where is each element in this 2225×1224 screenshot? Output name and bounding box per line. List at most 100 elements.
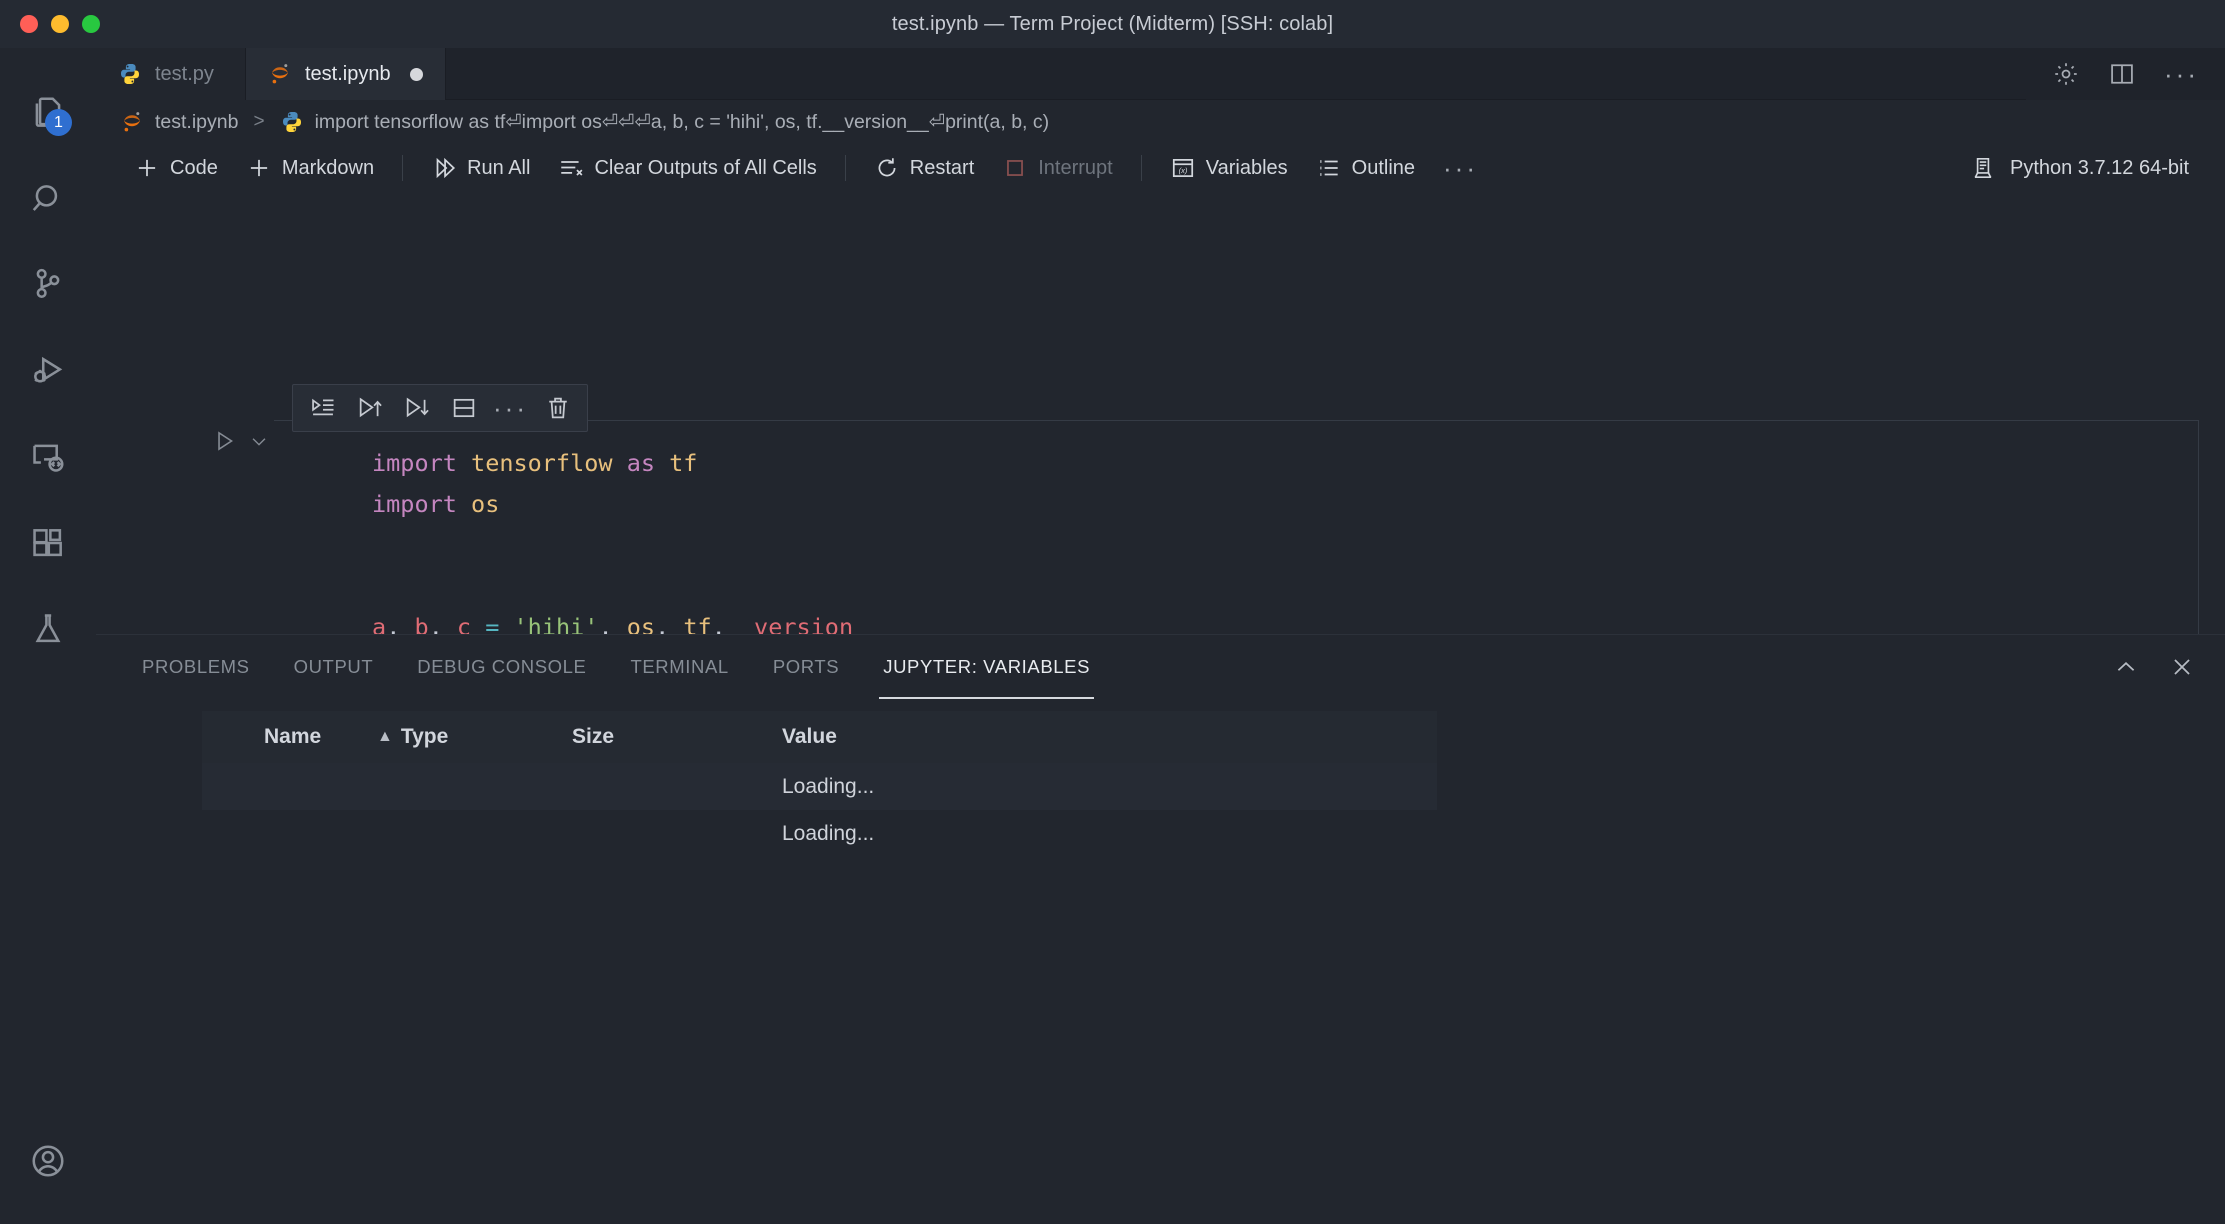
- account-button[interactable]: [0, 1122, 96, 1200]
- plus-icon: [250, 159, 267, 177]
- toolbar-separator: [1140, 155, 1142, 181]
- column-header-value[interactable]: Value: [782, 725, 1437, 749]
- svg-text:(x): (x): [1178, 166, 1187, 175]
- activity-bar-bottom: [0, 1122, 96, 1224]
- ellipsis-icon: ···: [493, 393, 528, 423]
- tab-label: OUTPUT: [293, 656, 374, 677]
- sidebar-item-search[interactable]: [0, 156, 96, 242]
- clear-outputs-button[interactable]: Clear Outputs of All Cells: [544, 151, 830, 185]
- ellipsis-icon: ···: [1443, 153, 1478, 183]
- run-all-button[interactable]: Run All: [417, 151, 544, 185]
- breadcrumb-cell[interactable]: import tensorflow as tf⏎import os⏎⏎⏎a, b…: [280, 110, 1050, 134]
- split-cell-button[interactable]: [440, 386, 487, 430]
- sidebar-item-source-control[interactable]: [0, 242, 96, 328]
- column-header-type-label: Type: [400, 725, 449, 748]
- extensions-icon: [33, 529, 62, 557]
- tab-debug-console[interactable]: DEBUG CONSOLE: [395, 635, 608, 699]
- kernel-selector[interactable]: Python 3.7.12 64-bit: [1970, 155, 2201, 181]
- ellipsis-icon[interactable]: ···: [2164, 61, 2199, 87]
- chevron-down-icon[interactable]: [248, 430, 270, 452]
- delete-cell-button[interactable]: [534, 386, 581, 430]
- tab-label: PORTS: [772, 656, 840, 677]
- run-all-label: Run All: [467, 156, 531, 179]
- column-header-size[interactable]: Size: [572, 725, 782, 749]
- gear-icon[interactable]: [2052, 60, 2080, 88]
- bottom-panel: PROBLEMS OUTPUT DEBUG CONSOLE TERMINAL P…: [96, 634, 2225, 1224]
- tab-problems[interactable]: PROBLEMS: [120, 635, 272, 699]
- kernel-label: Python 3.7.12 64-bit: [2009, 156, 2189, 179]
- tab-test-py[interactable]: test.py: [96, 48, 246, 100]
- sidebar-item-run-and-debug[interactable]: [0, 328, 96, 414]
- tab-dirty-indicator: [409, 67, 423, 81]
- maximize-window-button[interactable]: [82, 15, 100, 33]
- column-header-type[interactable]: ▲ Type: [377, 725, 572, 749]
- editor-area: test.py test.ipynb ··· test.ipynb > impo…: [96, 48, 2225, 1224]
- run-by-line-button[interactable]: [299, 386, 346, 430]
- notebook-cell: import tensorflow as tf import os a, b, …: [196, 420, 2199, 634]
- search-icon: [32, 185, 58, 211]
- breadcrumb-file[interactable]: test.ipynb: [120, 110, 238, 134]
- more-toolbar-actions-button[interactable]: ···: [1429, 151, 1492, 185]
- add-markdown-cell-button[interactable]: Markdown: [232, 151, 388, 185]
- cell-code-lines: import tensorflow as tf import os a, b, …: [274, 421, 2198, 634]
- python-file-icon: [121, 64, 139, 84]
- jupyter-variables-view: Name ▲ Type Size Value Loading... Loadin…: [96, 699, 2225, 1224]
- more-cell-actions-button[interactable]: ···: [487, 386, 534, 430]
- close-icon[interactable]: [2169, 654, 2195, 680]
- notebook-canvas: ··· [3]: [96, 192, 2225, 634]
- sidebar-item-explorer[interactable]: 1: [0, 70, 96, 156]
- execute-cell-and-below-button[interactable]: [393, 386, 440, 430]
- tab-label: JUPYTER: VARIABLES: [883, 656, 1091, 677]
- interrupt-kernel-button[interactable]: Interrupt: [988, 151, 1126, 185]
- clear-outputs-icon: [561, 161, 583, 176]
- tab-label: TERMINAL: [630, 656, 729, 677]
- table-row[interactable]: Loading...: [202, 810, 1437, 857]
- add-code-cell-button[interactable]: Code: [120, 151, 232, 185]
- tab-label: test.ipynb: [305, 62, 391, 85]
- close-window-button[interactable]: [20, 15, 38, 33]
- cell-run-controls: [196, 428, 274, 454]
- sidebar-item-extensions[interactable]: [0, 500, 96, 586]
- variables-button[interactable]: (x) Variables: [1156, 151, 1302, 185]
- cell-toolbar: ···: [292, 384, 588, 432]
- jupyter-file-icon: [124, 112, 140, 132]
- tab-jupyter-variables[interactable]: JUPYTER: VARIABLES: [861, 635, 1112, 699]
- breadcrumb-separator: >: [253, 111, 265, 132]
- window-traffic-lights: [20, 0, 100, 48]
- variables-icon: (x): [1172, 159, 1193, 177]
- cell-code-editor[interactable]: import tensorflow as tf import os a, b, …: [274, 420, 2199, 634]
- column-header-name[interactable]: Name: [202, 725, 377, 749]
- breadcrumb-cell-label: import tensorflow as tf⏎import os⏎⏎⏎a, b…: [314, 111, 1050, 133]
- beaker-icon: [35, 614, 61, 643]
- workbench-body: 1 test.py test.ipynb ··· test.ipynb > im…: [0, 48, 2225, 1224]
- tab-ports[interactable]: PORTS: [751, 635, 861, 699]
- tab-test-ipynb[interactable]: test.ipynb: [246, 48, 446, 100]
- trash-icon: [548, 397, 567, 419]
- restart-kernel-button[interactable]: Restart: [860, 151, 988, 185]
- code-text[interactable]: import tensorflow as tf import os a, b, …: [274, 443, 2198, 634]
- sidebar-item-testing[interactable]: [0, 586, 96, 672]
- vscode-window: test.ipynb — Term Project (Midterm) [SSH…: [0, 0, 2225, 1224]
- cell-value: Loading...: [782, 821, 875, 845]
- run-above-icon: [359, 397, 382, 418]
- execute-above-cells-button[interactable]: [346, 386, 393, 430]
- outline-label: Outline: [1351, 156, 1416, 179]
- jupyter-file-icon: [272, 64, 288, 84]
- tab-output[interactable]: OUTPUT: [272, 635, 396, 699]
- run-all-icon: [436, 157, 456, 179]
- run-cell-icon[interactable]: [212, 428, 238, 454]
- activity-bar: 1: [0, 48, 96, 1224]
- sidebar-item-remote-explorer[interactable]: [0, 414, 96, 500]
- breadcrumb-file-label: test.ipynb: [155, 110, 239, 133]
- interrupt-label: Interrupt: [1038, 156, 1113, 179]
- split-editor-icon[interactable]: [2108, 60, 2136, 88]
- add-code-cell-label: Code: [170, 156, 218, 179]
- outline-button[interactable]: Outline: [1302, 151, 1429, 185]
- tab-terminal[interactable]: TERMINAL: [608, 635, 750, 699]
- minimize-window-button[interactable]: [51, 15, 69, 33]
- run-debug-icon: [34, 356, 63, 383]
- notebook-toolbar: Code Markdown Run All Clear Outputs of A…: [96, 144, 2225, 192]
- chevron-up-icon[interactable]: [2113, 654, 2139, 680]
- table-row[interactable]: Loading...: [202, 763, 1437, 810]
- sort-ascending-icon: ▲: [377, 728, 393, 745]
